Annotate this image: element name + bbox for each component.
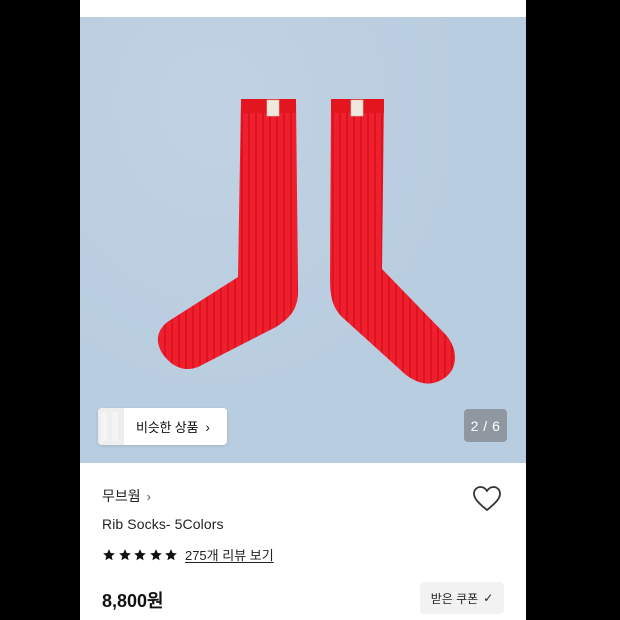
star-icon bbox=[165, 548, 178, 560]
chevron-right-icon: › bbox=[205, 418, 210, 435]
received-coupon-button[interactable]: 받은 쿠폰 ✓ bbox=[420, 582, 504, 614]
star-icon bbox=[118, 548, 131, 560]
product-price: 8,800원 bbox=[102, 591, 164, 611]
coupon-label: 받은 쿠폰 bbox=[430, 591, 479, 606]
right-sock bbox=[330, 99, 455, 384]
product-title: Rib Socks- 5Colors bbox=[102, 516, 224, 532]
brand-link[interactable]: 무브웜 › bbox=[102, 486, 151, 506]
similar-products-label: 비슷한 상품 bbox=[136, 420, 199, 435]
similar-products-button[interactable]: 비슷한 상품 › bbox=[98, 408, 227, 445]
star-icon bbox=[103, 548, 115, 560]
product-page: 비슷한 상품 › 2 / 6 무브웜 › Rib Socks- 5Colors … bbox=[80, 0, 526, 620]
rating-row: 275개 리뷰 보기 bbox=[102, 545, 274, 564]
left-sock bbox=[157, 99, 299, 370]
star-icon bbox=[134, 548, 147, 560]
brand-name: 무브웜 bbox=[102, 488, 141, 504]
top-bar bbox=[80, 0, 526, 17]
product-image-gallery[interactable]: 비슷한 상품 › 2 / 6 bbox=[80, 17, 526, 463]
heart-outline-icon[interactable] bbox=[472, 485, 502, 513]
image-counter: 2 / 6 bbox=[464, 409, 507, 442]
check-icon: ✓ bbox=[483, 591, 494, 605]
similar-products-thumbnail bbox=[98, 408, 124, 445]
star-icon bbox=[149, 548, 162, 560]
product-image bbox=[157, 99, 455, 384]
reviews-link[interactable]: 275개 리뷰 보기 bbox=[185, 545, 274, 564]
chevron-right-icon: › bbox=[146, 488, 151, 504]
